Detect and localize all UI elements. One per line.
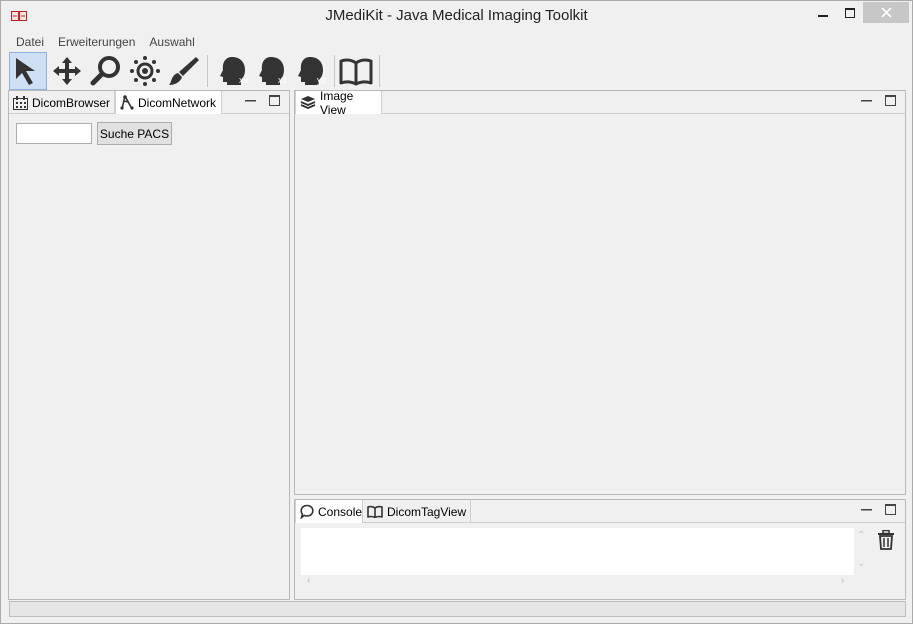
maximize-panel-button[interactable] (883, 93, 897, 107)
stacked-layers-icon (300, 96, 316, 109)
minimize-panel-button[interactable] (243, 93, 257, 107)
tab-dicom-browser-label: DicomBrowser (32, 95, 111, 110)
pointer-arrow-icon (16, 58, 35, 85)
minimize-icon (244, 99, 256, 101)
open-book-icon (367, 505, 383, 518)
left-panel-tabs: DicomBrowser DicomNetwork (9, 91, 289, 114)
pacs-search-input[interactable] (16, 123, 92, 144)
brush-tool-button[interactable] (165, 52, 203, 90)
head-plane-xz-icon: xz (257, 55, 287, 87)
maximize-icon (884, 94, 896, 106)
plane-xz-label: xz (278, 75, 287, 85)
plane-yz-button[interactable]: yz (292, 52, 330, 90)
plane-xy-button[interactable]: xy (214, 52, 252, 90)
tab-console-label: Console (318, 504, 363, 519)
move-tool-button[interactable] (48, 52, 86, 90)
left-panel-controls (243, 93, 281, 107)
maximize-icon (268, 94, 280, 106)
minimize-window-button[interactable] (809, 2, 837, 23)
tab-dicom-tag-view[interactable]: DicomTagView (363, 500, 471, 523)
minimize-panel-button[interactable] (859, 93, 873, 107)
book-tool-button[interactable] (337, 52, 375, 90)
maximize-panel-button[interactable] (267, 93, 281, 107)
plane-yz-label: yz (317, 75, 326, 85)
tab-dicom-tag-view-label: DicomTagView (387, 504, 467, 519)
app-window: JMediKit - Java Medical Imaging Toolkit … (0, 0, 913, 624)
close-icon (880, 7, 892, 18)
image-view-panel: Image View (294, 88, 906, 495)
open-book-icon (339, 58, 373, 86)
toolbar-separator (334, 55, 335, 87)
plane-xz-button[interactable]: xz (253, 52, 291, 90)
image-view-controls (859, 93, 897, 107)
suche-pacs-button[interactable]: Suche PACS (97, 122, 172, 145)
left-panel: DicomBrowser DicomNetwork Suche PACS (8, 90, 290, 600)
clear-console-trash-icon[interactable] (877, 530, 895, 550)
paintbrush-icon (169, 57, 199, 85)
toolbar-separator (379, 55, 380, 87)
head-plane-yz-icon: yz (296, 55, 326, 87)
minimize-icon (818, 14, 828, 17)
menu-datei[interactable]: Datei (9, 35, 51, 49)
calendar-grid-icon (13, 95, 28, 110)
title-bar: JMediKit - Java Medical Imaging Toolkit (1, 1, 912, 32)
toolbar-separator (207, 55, 208, 87)
speech-bubble-icon (300, 504, 314, 519)
minimize-panel-button[interactable] (859, 502, 873, 516)
maximize-icon (845, 7, 855, 18)
menu-auswahl[interactable]: Auswahl (142, 35, 201, 49)
scroll-right-arrow-icon[interactable]: › (841, 575, 844, 586)
maximize-window-button[interactable] (837, 2, 863, 23)
zoom-tool-button[interactable] (87, 52, 125, 90)
toolbar: xy xz yz (9, 51, 906, 90)
network-node-icon (120, 95, 134, 110)
menu-bar: Datei Erweiterungen Auswahl (9, 32, 906, 51)
window-title: JMediKit - Java Medical Imaging Toolkit (325, 7, 588, 24)
plane-xy-label: xy (239, 75, 248, 85)
menu-erweiterungen[interactable]: Erweiterungen (51, 35, 142, 49)
console-controls (859, 502, 897, 516)
move-arrows-icon (53, 57, 81, 85)
tab-dicom-network-label: DicomNetwork (138, 95, 217, 110)
maximize-panel-button[interactable] (883, 502, 897, 516)
minimize-icon (860, 99, 872, 101)
magnifier-zoom-icon (90, 56, 120, 86)
brightness-tool-button[interactable] (126, 52, 164, 90)
tab-console[interactable]: Console (295, 500, 363, 523)
maximize-icon (884, 503, 896, 515)
minimize-icon (860, 508, 872, 510)
close-window-button[interactable] (863, 2, 909, 23)
scroll-left-arrow-icon[interactable]: ‹ (307, 575, 310, 586)
scroll-up-arrow-icon[interactable]: ⌃ (857, 530, 865, 541)
image-view-tabs: Image View (295, 88, 905, 117)
console-output[interactable] (301, 528, 854, 575)
tab-dicom-browser[interactable]: DicomBrowser (9, 91, 115, 114)
status-bar (9, 601, 906, 617)
head-plane-xy-icon: xy (218, 55, 248, 87)
scroll-down-arrow-icon[interactable]: ⌄ (857, 558, 865, 569)
brightness-sun-icon (130, 56, 160, 86)
tab-dicom-network[interactable]: DicomNetwork (115, 91, 222, 114)
image-canvas[interactable] (295, 115, 905, 494)
tab-image-view-label: Image View (320, 88, 354, 117)
pointer-tool-button[interactable] (9, 52, 47, 90)
tab-image-view[interactable]: Image View (295, 88, 382, 117)
console-panel: Console DicomTagView ⌃ ⌄ ‹ › (294, 499, 906, 600)
console-tabs: Console DicomTagView (295, 500, 905, 523)
